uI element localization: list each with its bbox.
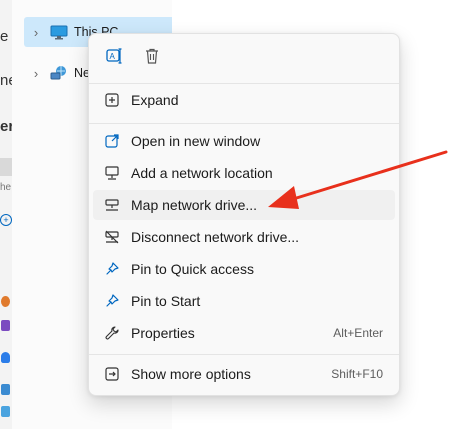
annotation-arrow bbox=[268, 150, 448, 209]
